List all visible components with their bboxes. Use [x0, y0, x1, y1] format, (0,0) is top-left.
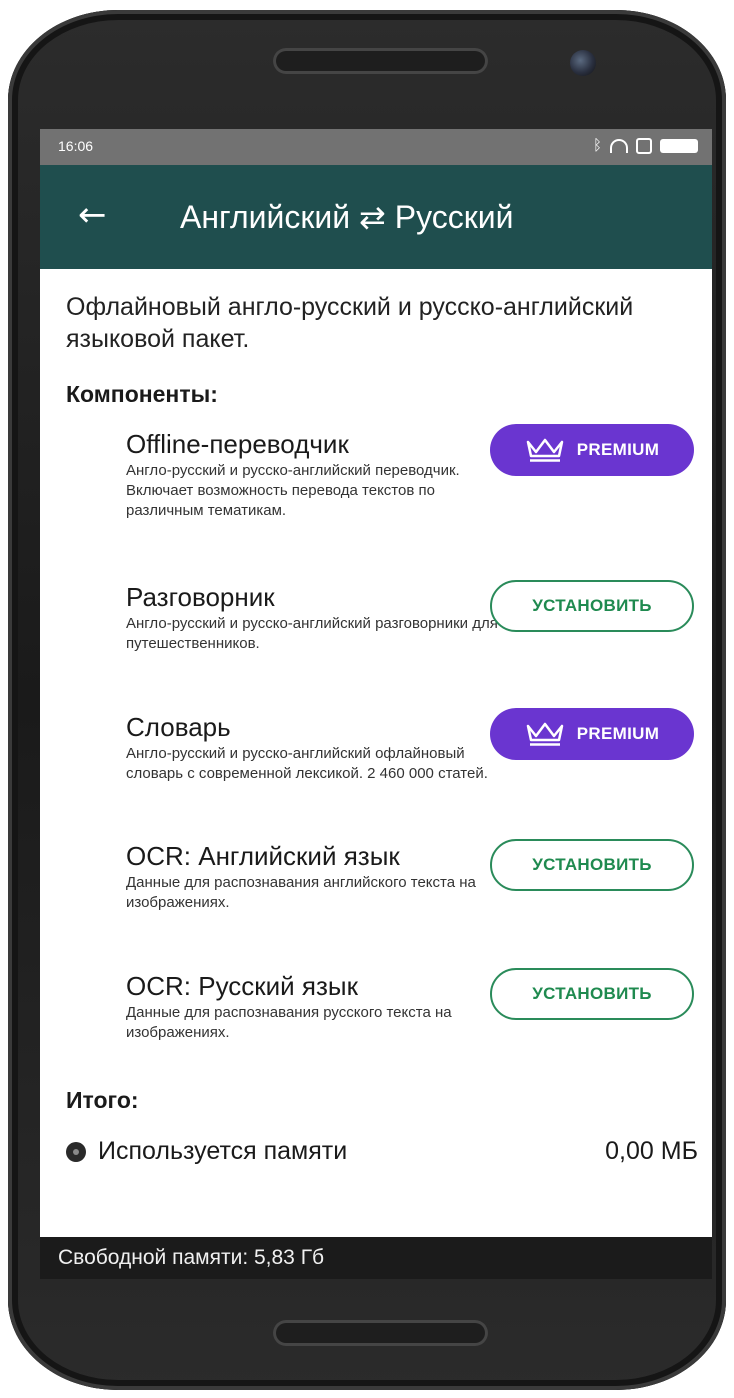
components-heading: Компоненты: — [66, 381, 218, 407]
crown-icon — [526, 438, 564, 462]
component-ocr-russian: OCR: Русский язык Данные для распознаван… — [126, 971, 506, 1043]
intro-text: Офлайновый англо-русский и русско-англий… — [66, 293, 634, 353]
bluetooth-icon: ᛒ — [592, 137, 602, 154]
premium-button-offline-translator[interactable]: PREMIUM — [490, 424, 694, 476]
app-bar: ← Английский ⇄ Русский — [40, 165, 712, 269]
bottom-speaker — [273, 1320, 488, 1346]
component-title: OCR: Английский язык — [126, 841, 400, 871]
wifi-icon — [610, 138, 628, 153]
total-heading: Итого: — [66, 1087, 139, 1113]
component-description: Данные для распознавания русского текста… — [126, 1004, 452, 1041]
screen: 16:06 ᛒ ← Английский ⇄ Русский Офлайновы… — [40, 129, 712, 1279]
page-title: Английский ⇄ Русский — [180, 199, 514, 235]
premium-label: PREMIUM — [576, 440, 660, 459]
component-description: Англо-русский и русско-английский офлайн… — [126, 745, 488, 782]
disk-icon — [66, 1141, 86, 1162]
memory-used-row: Используется памяти 0,00 МБ — [66, 1137, 698, 1166]
component-title: OCR: Русский язык — [126, 971, 358, 1001]
component-title: Разговорник — [126, 582, 275, 612]
component-description: Данные для распознавания английского тек… — [126, 874, 476, 911]
battery-icon — [660, 138, 698, 153]
component-title: Словарь — [126, 712, 231, 742]
sim-icon — [636, 137, 652, 154]
memory-used-value: 0,00 МБ — [605, 1137, 698, 1165]
component-description: Англо-русский и русско-английский разгов… — [126, 615, 498, 652]
component-phrasebook: Разговорник Англо-русский и русско-англи… — [126, 582, 506, 654]
premium-button-dictionary[interactable]: PREMIUM — [490, 708, 694, 760]
component-offline-translator: Offline-переводчик Англо-русский и русск… — [126, 429, 506, 521]
premium-label: PREMIUM — [576, 724, 660, 743]
status-bar: 16:06 ᛒ — [40, 129, 712, 165]
component-ocr-english: OCR: Английский язык Данные для распозна… — [126, 841, 506, 913]
earpiece-speaker — [273, 48, 488, 74]
component-title: Offline-переводчик — [126, 429, 349, 459]
install-button-ocr-russian[interactable]: УСТАНОВИТЬ — [490, 968, 694, 1020]
free-memory-footer: Свободной памяти: 5,83 Гб — [40, 1237, 712, 1279]
status-time: 16:06 — [58, 138, 94, 154]
install-button-phrasebook[interactable]: УСТАНОВИТЬ — [490, 580, 694, 632]
install-label: УСТАНОВИТЬ — [532, 596, 652, 615]
install-label: УСТАНОВИТЬ — [532, 984, 652, 1003]
install-button-ocr-english[interactable]: УСТАНОВИТЬ — [490, 839, 694, 891]
arrow-left-icon[interactable]: ← — [78, 195, 107, 235]
front-camera — [570, 50, 596, 76]
install-label: УСТАНОВИТЬ — [532, 855, 652, 874]
memory-used-label: Используется памяти — [98, 1137, 348, 1165]
component-description: Англо-русский и русско-английский перево… — [126, 462, 460, 519]
crown-icon — [526, 722, 564, 746]
component-dictionary: Словарь Англо-русский и русско-английски… — [126, 712, 506, 784]
status-icons: ᛒ — [593, 137, 698, 154]
